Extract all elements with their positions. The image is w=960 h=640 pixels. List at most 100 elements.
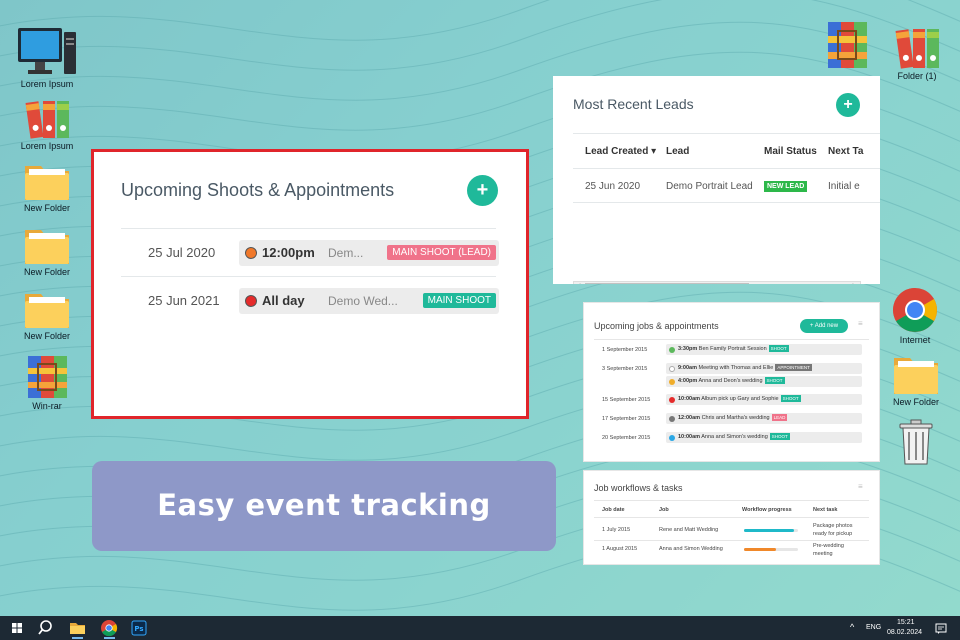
- job-date: 17 September 2015: [602, 416, 651, 422]
- notification-button[interactable]: [935, 622, 947, 634]
- job-time: 3:30pm: [678, 346, 698, 352]
- job-text: 9:00am Meeting with Thomas and Ellie APPO…: [678, 364, 812, 371]
- job-pill[interactable]: 3:30pm Ben Family Portrait Session SHOOT: [666, 344, 862, 355]
- appointment-pill[interactable]: All day Demo Wed... MAIN SHOOT: [239, 288, 499, 314]
- progress-bar: [744, 548, 776, 551]
- language-indicator[interactable]: ENG: [866, 624, 881, 631]
- folder-icon: [25, 294, 69, 328]
- computer-icon: [18, 28, 76, 74]
- add-appointment-button[interactable]: +: [467, 175, 498, 206]
- desktop-icon-winrar[interactable]: [815, 20, 879, 71]
- job-date-cell: 1 August 2015: [602, 546, 638, 552]
- scroll-right-icon[interactable]: ▶: [853, 282, 858, 284]
- column-header-lead-created[interactable]: Lead Created ▾: [585, 146, 656, 157]
- desktop-icon-recycle-bin[interactable]: [884, 418, 948, 467]
- status-badge: NEW LEAD: [764, 181, 808, 192]
- desktop-icon-internet[interactable]: Internet: [883, 286, 947, 345]
- clock-time[interactable]: 15:21: [897, 619, 915, 626]
- job-date: 3 September 2015: [602, 366, 648, 372]
- chrome-icon: [101, 620, 118, 639]
- desktop-icon-label: Lorem Ipsum: [20, 79, 74, 89]
- job-text: 4:00pm Anna and Deon's wedding SHOOT: [678, 377, 785, 384]
- divider: [121, 228, 496, 229]
- job-name-cell: Anna and Simon Wedding: [659, 546, 723, 552]
- taskbar-photoshop[interactable]: Ps: [124, 616, 154, 640]
- taskbar-explorer[interactable]: [62, 616, 92, 640]
- status-badge: SHOOT: [764, 377, 785, 384]
- scrollbar-thumb[interactable]: [585, 283, 749, 284]
- job-pill[interactable]: 4:00pm Anna and Deon's wedding SHOOT: [666, 376, 862, 387]
- svg-text:Ps: Ps: [134, 625, 143, 633]
- status-badge: SHOOT: [768, 345, 789, 352]
- windows-icon: [12, 623, 22, 633]
- job-title: Anna and Deon's wedding: [698, 378, 763, 384]
- next-task-cell: Initial e: [828, 181, 860, 192]
- appointment-row[interactable]: 25 Jul 2020 12:00pm Dem... MAIN SHOOT (L…: [121, 230, 499, 276]
- menu-icon[interactable]: ≡: [858, 482, 863, 491]
- chrome-icon: [893, 288, 937, 332]
- table-row[interactable]: 25 Jun 2020 Demo Portrait Lead NEW LEAD …: [573, 169, 880, 203]
- next-task-cell: Pre-wedding: [813, 543, 844, 549]
- winrar-icon: [828, 22, 867, 68]
- status-dot-icon: [669, 346, 675, 353]
- job-pill[interactable]: 10:00am Album pick up Gary and Sophie SHO…: [666, 394, 862, 405]
- desktop-icon-binders[interactable]: Lorem Ipsum: [15, 98, 79, 151]
- start-button[interactable]: [2, 616, 32, 640]
- divider: [594, 500, 869, 501]
- desktop-icon-folder[interactable]: New Folder: [15, 288, 79, 341]
- tray-overflow-icon[interactable]: ^: [850, 622, 854, 632]
- divider: [594, 540, 869, 541]
- appointment-time: All day: [262, 293, 305, 308]
- column-header-lead[interactable]: Lead: [666, 146, 689, 157]
- desktop-icon-winrar[interactable]: Win-rar: [15, 354, 79, 411]
- column-header-next-task[interactable]: Next Ta: [828, 146, 863, 157]
- desktop-icon-folder[interactable]: New Folder: [15, 160, 79, 213]
- card-title: Job workflows & tasks: [594, 483, 683, 493]
- photoshop-icon: Ps: [131, 620, 147, 636]
- desktop-icon-label: Internet: [899, 335, 931, 345]
- add-new-button[interactable]: + Add new: [800, 319, 848, 333]
- horizontal-scrollbar[interactable]: ◀ ▶: [573, 281, 861, 284]
- divider: [594, 339, 869, 340]
- status-dot-icon: [669, 365, 675, 372]
- clock-date[interactable]: 08.02.2024: [887, 629, 922, 636]
- taskbar-chrome[interactable]: [94, 616, 124, 640]
- next-task-cell: meeting: [813, 551, 833, 557]
- desktop-icon-folder[interactable]: New Folder: [884, 352, 948, 407]
- divider: [594, 517, 869, 518]
- search-button[interactable]: [30, 616, 60, 640]
- column-header-mail-status[interactable]: Mail Status: [764, 146, 817, 157]
- card-title: Upcoming jobs & appointments: [594, 321, 719, 331]
- job-pill[interactable]: 12:00am Chris and Martha's wedding LEAD: [666, 413, 862, 424]
- job-pill[interactable]: 9:00am Meeting with Thomas and Ellie APPO…: [666, 363, 862, 374]
- job-text: 12:00am Chris and Martha's wedding LEAD: [678, 414, 788, 421]
- appointment-row[interactable]: 25 Jun 2021 All day Demo Wed... MAIN SHO…: [121, 278, 499, 324]
- job-title: Meeting with Thomas and Ellie: [698, 365, 774, 371]
- job-date: 15 September 2015: [602, 397, 651, 403]
- leads-table: Lead Created ▾ Lead Mail Status Next Ta …: [573, 133, 880, 203]
- add-lead-button[interactable]: +: [836, 93, 860, 117]
- desktop-icon-computer[interactable]: Lorem Ipsum: [15, 26, 79, 89]
- job-text: 10:00am Album pick up Gary and Sophie SHO…: [678, 395, 801, 402]
- desktop-icon-label: Lorem Ipsum: [20, 141, 74, 151]
- folder-icon: [25, 230, 69, 264]
- desktop-icon-label: Folder (1): [897, 71, 937, 81]
- next-task-cell: ready for pickup: [813, 531, 853, 537]
- binders-icon: [895, 29, 939, 69]
- job-title: Anna and Simon's wedding: [701, 434, 768, 440]
- column-header-workflow-progress: Workflow progress: [742, 507, 792, 513]
- desktop-icon-label: New Folder: [892, 397, 939, 407]
- job-pill[interactable]: 10:00am Anna and Simon's wedding SHOOT: [666, 432, 862, 443]
- desktop-icon-label: Win-rar: [32, 401, 62, 411]
- appointment-date: 25 Jun 2021: [148, 293, 220, 308]
- appointment-pill[interactable]: 12:00pm Dem... MAIN SHOOT (LEAD): [239, 240, 499, 266]
- job-time: 12:00am: [678, 415, 701, 421]
- file-explorer-icon: [70, 623, 85, 639]
- desktop-icon-folder[interactable]: New Folder: [15, 224, 79, 277]
- menu-icon[interactable]: ≡: [858, 319, 863, 328]
- upcoming-jobs-card: Upcoming jobs & appointments + Add new ≡…: [583, 302, 880, 462]
- scroll-left-icon[interactable]: ◀: [575, 282, 580, 284]
- lead-name-cell[interactable]: Demo Portrait Lead: [666, 181, 753, 192]
- desktop-icon-binders[interactable]: Folder (1): [885, 26, 949, 81]
- status-dot-icon: [245, 247, 257, 259]
